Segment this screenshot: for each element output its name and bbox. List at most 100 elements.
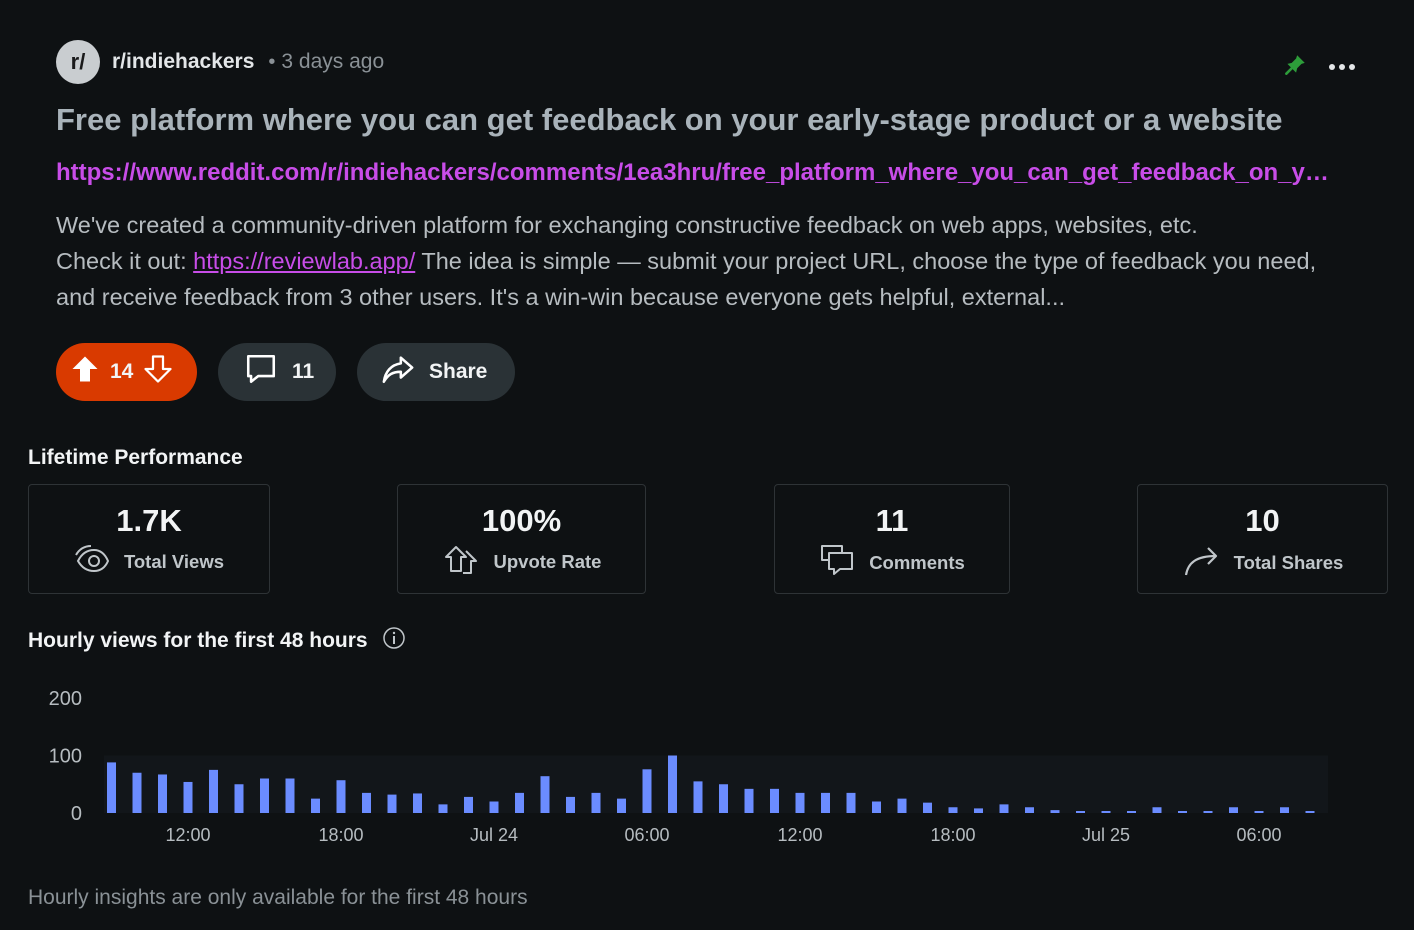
pin-icon[interactable] <box>1282 52 1308 83</box>
chart-bar[interactable] <box>1101 811 1111 813</box>
downvote-icon[interactable] <box>143 354 173 390</box>
chart-bar[interactable] <box>642 769 652 813</box>
chart-bar[interactable] <box>693 781 703 813</box>
chart-bar[interactable] <box>387 794 397 813</box>
more-options-icon[interactable] <box>1328 59 1356 77</box>
stat-label: Comments <box>869 551 965 573</box>
chart-bar[interactable] <box>1254 811 1264 813</box>
chart-bar[interactable] <box>336 780 346 813</box>
stat-value: 100% <box>481 503 562 538</box>
chart-bar[interactable] <box>974 808 983 813</box>
stat-card-views: 1.7K Total Views <box>28 484 270 594</box>
chart-bar[interactable] <box>770 788 779 813</box>
chart-bar[interactable] <box>846 792 856 813</box>
chart-bar[interactable] <box>183 781 193 813</box>
x-tick-label: Jul 24 <box>470 825 518 845</box>
stat-label-row: Comments <box>775 543 1009 582</box>
chart-bar[interactable] <box>821 792 830 813</box>
chart-bar[interactable] <box>1050 810 1060 813</box>
stat-label-row: Upvote Rate <box>398 543 645 580</box>
info-icon[interactable] <box>382 626 406 656</box>
chart-bar[interactable] <box>285 778 295 814</box>
chart-bar[interactable] <box>744 788 754 813</box>
hourly-views-chart-svg: 200 100 0 12:00 18:00 Jul 24 06:00 12:00 18:00 Ju… <box>49 688 1328 845</box>
x-tick-label: 12:00 <box>165 825 210 845</box>
chart-bar[interactable] <box>591 792 601 813</box>
chart-bar[interactable] <box>489 801 499 814</box>
chart-bar[interactable] <box>107 762 116 813</box>
comment-count: 11 <box>292 360 315 383</box>
post-body-link[interactable]: https://reviewlab.app/ <box>193 248 415 274</box>
y-tick-label: 200 <box>49 688 82 710</box>
hourly-views-title: Hourly views for the first 48 hours <box>28 629 368 652</box>
chart-bar[interactable] <box>260 778 269 814</box>
post-title[interactable]: Free platform where you can get feedback… <box>56 102 1283 138</box>
chart-bar[interactable] <box>719 784 728 813</box>
comments-icon <box>819 543 855 582</box>
chart-bar[interactable] <box>515 792 524 813</box>
chart-bar[interactable] <box>413 793 422 813</box>
chart-bar[interactable] <box>1025 807 1034 813</box>
post-meta: r/ r/indiehackers • 3 days ago <box>56 40 1356 84</box>
chart-bar[interactable] <box>1127 811 1136 813</box>
chart-bar[interactable] <box>158 774 167 813</box>
chart-bar[interactable] <box>1305 811 1315 813</box>
meta-separator: • <box>268 50 276 73</box>
post-actions: 14 11 Share <box>56 343 515 401</box>
chart-bar[interactable] <box>311 798 320 813</box>
chart-bar[interactable] <box>795 792 805 813</box>
post-body: We've created a community-driven platfor… <box>56 207 1356 315</box>
chart-bar[interactable] <box>872 801 881 814</box>
chart-bar[interactable] <box>999 804 1009 813</box>
chart-bar[interactable] <box>1203 811 1213 813</box>
stat-value: 10 <box>1245 503 1280 538</box>
chart-bar[interactable] <box>1280 807 1289 813</box>
eye-icon <box>74 543 110 580</box>
x-tick-label: 06:00 <box>1236 825 1281 845</box>
chart-bar[interactable] <box>668 755 677 814</box>
chart-bar[interactable] <box>1229 807 1238 813</box>
post-timestamp: 3 days ago <box>281 50 385 73</box>
share-button[interactable]: Share <box>357 343 515 401</box>
comment-bubble-icon <box>244 352 278 392</box>
upvote-icon[interactable] <box>70 354 100 390</box>
chart-bar[interactable] <box>948 807 958 813</box>
chart-bar[interactable] <box>1178 811 1187 813</box>
chart-bar[interactable] <box>438 804 448 813</box>
chart-bar[interactable] <box>362 792 371 813</box>
x-tick-label: 18:00 <box>930 825 975 845</box>
y-tick-label: 100 <box>49 746 82 768</box>
chart-bar[interactable] <box>209 769 218 813</box>
chart-bar[interactable] <box>234 784 244 813</box>
x-tick-label: 18:00 <box>318 825 363 845</box>
upvote-count: 14 <box>110 360 134 383</box>
post-body-line1: We've created a community-driven platfor… <box>56 212 1198 238</box>
post-url[interactable]: https://www.reddit.com/r/indiehackers/co… <box>56 159 1341 187</box>
stat-label: Total Shares <box>1233 551 1344 573</box>
stat-card-upvote-rate: 100% Upvote Rate <box>397 484 646 594</box>
upvote-outline-icon <box>442 543 480 580</box>
chart-bar[interactable] <box>540 776 550 813</box>
chart-bar[interactable] <box>1152 807 1162 813</box>
chart-bar[interactable] <box>566 796 575 813</box>
stat-value: 11 <box>875 503 909 538</box>
hourly-footer-note: Hourly insights are only available for t… <box>28 886 528 909</box>
subreddit-avatar[interactable]: r/ <box>56 40 100 84</box>
x-tick-label: Jul 25 <box>1082 825 1130 845</box>
stat-value: 1.7K <box>116 503 182 538</box>
chart-bar[interactable] <box>1076 811 1085 813</box>
share-icon <box>381 352 415 392</box>
comments-button[interactable]: 11 <box>218 343 336 401</box>
stat-card-comments: 11 Comments <box>774 484 1010 594</box>
y-tick-label: 0 <box>71 803 82 825</box>
hourly-views-header: Hourly views for the first 48 hours <box>28 626 406 656</box>
chart-bar[interactable] <box>464 796 473 813</box>
subreddit-link[interactable]: r/indiehackers <box>112 50 254 74</box>
chart-bar[interactable] <box>617 798 626 813</box>
vote-control: 14 <box>56 343 197 401</box>
chart-bar[interactable] <box>923 802 932 813</box>
stat-card-shares: 10 Total Shares <box>1137 484 1388 594</box>
hourly-views-chart: 200 100 0 12:00 18:00 Jul 24 06:00 12:00 18:00 Ju… <box>28 680 1348 850</box>
chart-bar[interactable] <box>897 798 907 813</box>
chart-bar[interactable] <box>132 772 142 813</box>
